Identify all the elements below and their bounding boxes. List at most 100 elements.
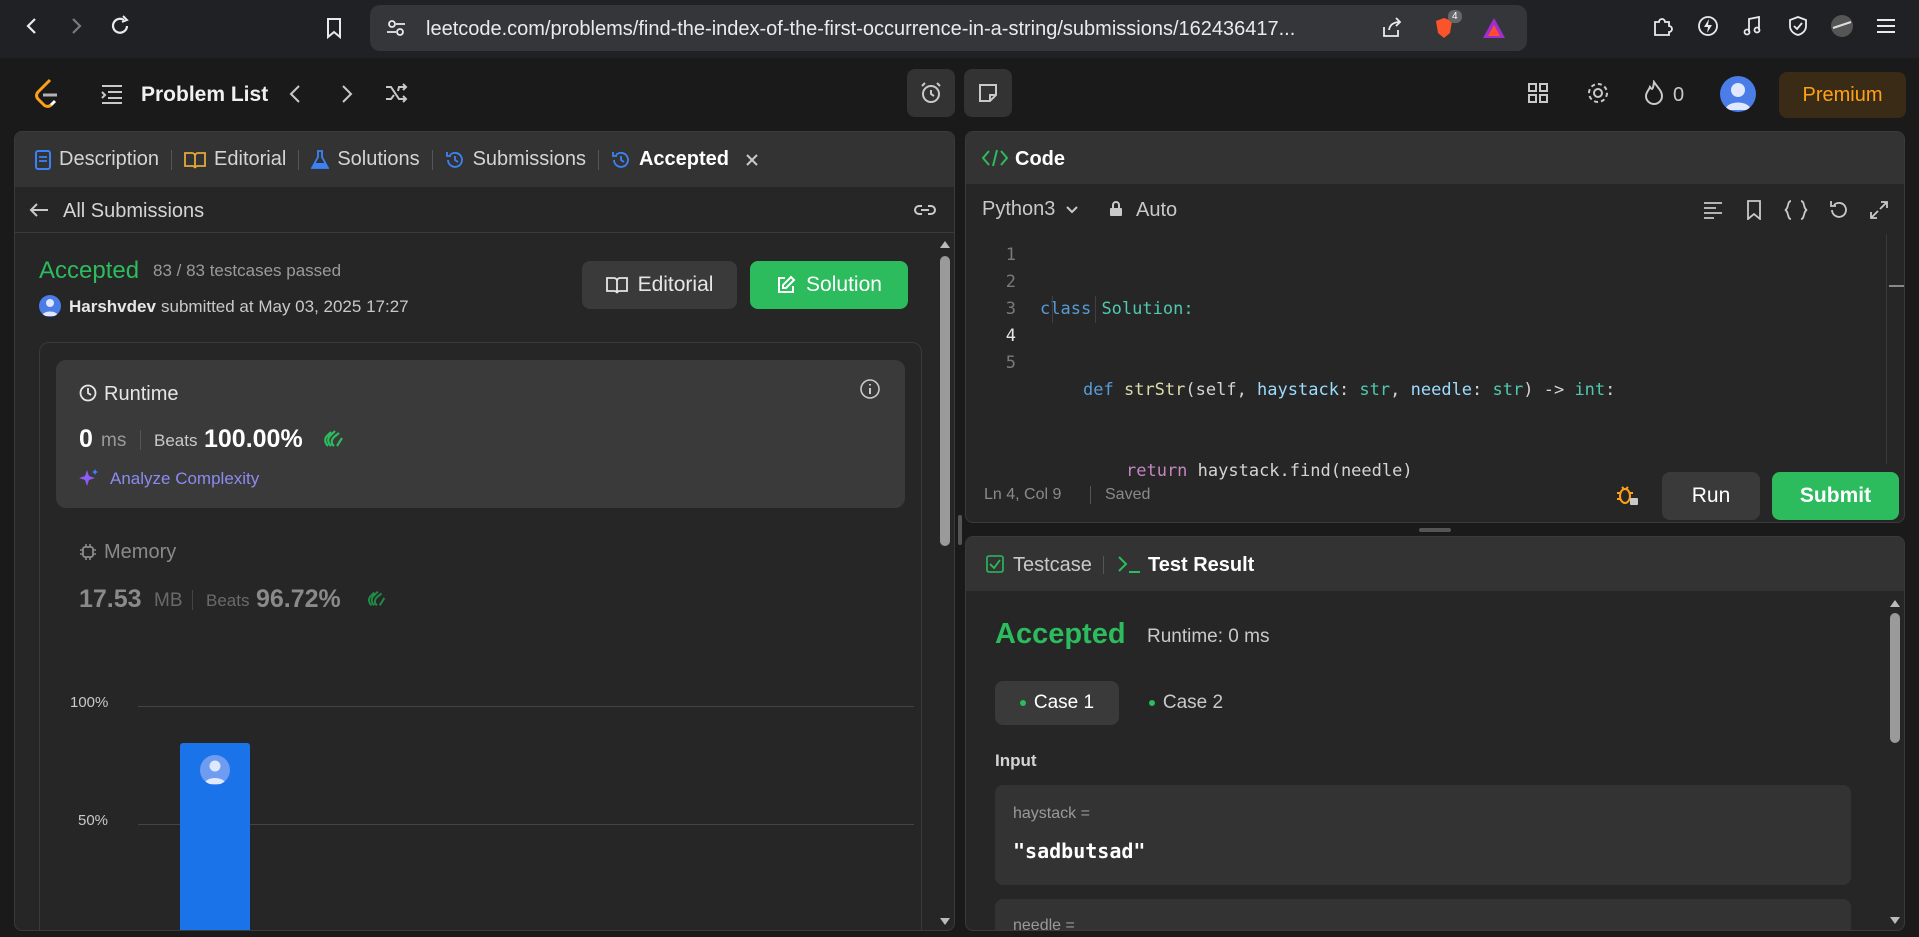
code-editor[interactable]: 1 2 3 4 5 class Solution: def strStr(sel… bbox=[966, 234, 1886, 481]
address-bar[interactable]: leetcode.com/problems/find-the-index-of-… bbox=[370, 5, 1527, 51]
tab-description[interactable]: Description bbox=[15, 132, 171, 187]
result-scrollbar[interactable] bbox=[1888, 597, 1902, 927]
layout-icon[interactable] bbox=[1527, 82, 1549, 109]
tab-submissions-label: Submissions bbox=[472, 148, 586, 170]
debug-bug-icon[interactable] bbox=[1615, 483, 1639, 507]
next-problem-icon[interactable] bbox=[340, 84, 354, 109]
memory-beats-label: Beats bbox=[206, 591, 250, 610]
back-icon[interactable] bbox=[20, 14, 44, 38]
tab-description-label: Description bbox=[59, 148, 160, 170]
left-tabs: Description Editorial Solutions Submissi… bbox=[15, 132, 954, 187]
memory-section[interactable]: Memory 17.53 MB Beats 96.72% bbox=[56, 523, 905, 643]
result-status: Accepted bbox=[995, 618, 1126, 650]
submission-status: Accepted bbox=[39, 257, 140, 284]
link-icon[interactable] bbox=[912, 200, 938, 220]
case-2-label: Case 2 bbox=[1162, 692, 1224, 713]
minimap-cursor bbox=[1889, 285, 1904, 287]
timer-button[interactable] bbox=[907, 69, 955, 117]
prev-problem-icon[interactable] bbox=[288, 84, 302, 109]
test-header: Testcase Test Result bbox=[966, 537, 1904, 591]
expand-icon[interactable] bbox=[1869, 200, 1889, 220]
memory-divider bbox=[192, 590, 193, 610]
tab-solutions[interactable]: Solutions bbox=[299, 132, 431, 187]
code-panel: Code Python3 Auto 1 2 3 4 5 class Soluti… bbox=[965, 131, 1905, 523]
scroll-thumb[interactable] bbox=[1890, 613, 1900, 743]
case-2-tab[interactable]: Case 2 bbox=[1131, 681, 1241, 725]
problem-list-icon[interactable] bbox=[100, 84, 124, 109]
scroll-thumb[interactable] bbox=[940, 256, 950, 546]
bookmark-icon[interactable] bbox=[1746, 200, 1762, 220]
premium-button[interactable]: Premium bbox=[1779, 72, 1906, 118]
runtime-card[interactable]: Runtime 0 ms Beats 100.00% Analyze Compl… bbox=[56, 360, 905, 508]
flask-icon bbox=[311, 149, 330, 169]
leo-icon[interactable] bbox=[1696, 14, 1720, 38]
vpn-icon[interactable] bbox=[1786, 14, 1810, 38]
leetcode-logo-icon[interactable] bbox=[32, 78, 62, 115]
tab-testcase[interactable]: Testcase bbox=[1013, 554, 1092, 577]
type-int: int bbox=[1574, 380, 1606, 400]
extensions-icon[interactable] bbox=[1650, 14, 1674, 38]
stats-card: Runtime 0 ms Beats 100.00% Analyze Compl… bbox=[39, 342, 922, 930]
streak-fire-icon[interactable] bbox=[1643, 79, 1665, 111]
mode-label[interactable]: Auto bbox=[1136, 199, 1177, 222]
scroll-up-icon[interactable] bbox=[1888, 597, 1902, 609]
horizontal-splitter[interactable] bbox=[1419, 528, 1451, 532]
shuffle-icon[interactable] bbox=[384, 82, 408, 109]
all-submissions-bar: All Submissions bbox=[15, 187, 954, 233]
forward-icon[interactable] bbox=[64, 14, 88, 38]
scroll-down-icon[interactable] bbox=[1888, 915, 1902, 927]
tick-50: 50% bbox=[78, 812, 109, 829]
format-icon[interactable] bbox=[1703, 201, 1723, 219]
indent-guide bbox=[1095, 296, 1096, 323]
info-icon[interactable] bbox=[859, 378, 881, 400]
scroll-down-icon[interactable] bbox=[938, 916, 952, 928]
tab-editorial[interactable]: Editorial bbox=[172, 132, 298, 187]
notes-button[interactable] bbox=[964, 69, 1012, 117]
haystack-label: haystack = bbox=[1013, 805, 1090, 822]
gridline-50 bbox=[138, 824, 914, 825]
case-1-tab[interactable]: Case 1 bbox=[995, 681, 1119, 725]
run-button[interactable]: Run bbox=[1662, 472, 1760, 520]
chip-icon bbox=[80, 544, 96, 560]
result-runtime: Runtime: 0 ms bbox=[1147, 626, 1270, 647]
bookmark-icon[interactable] bbox=[322, 16, 346, 40]
user-avatar[interactable] bbox=[1720, 76, 1756, 112]
tab-accepted[interactable]: Accepted bbox=[599, 132, 771, 187]
problem-list-link[interactable]: Problem List bbox=[141, 83, 268, 107]
scroll-up-icon[interactable] bbox=[938, 238, 952, 250]
analyze-complexity-link[interactable]: Analyze Complexity bbox=[110, 469, 259, 489]
reload-icon[interactable] bbox=[108, 14, 132, 38]
runtime-beats-value: 100.00% bbox=[204, 425, 303, 453]
brave-rewards-icon[interactable] bbox=[1482, 16, 1506, 40]
param-haystack: haystack bbox=[1257, 380, 1339, 400]
submitter-name[interactable]: Harshvdev bbox=[69, 297, 156, 317]
reset-icon[interactable] bbox=[1828, 200, 1848, 220]
site-settings-icon[interactable] bbox=[384, 16, 408, 40]
all-submissions-link[interactable]: All Submissions bbox=[63, 200, 204, 223]
menu-icon[interactable] bbox=[1874, 14, 1898, 38]
url-text[interactable]: leetcode.com/problems/find-the-index-of-… bbox=[426, 18, 1295, 41]
tab-test-result[interactable]: Test Result bbox=[1148, 554, 1254, 577]
back-arrow-icon[interactable] bbox=[29, 202, 49, 218]
editor-scrollbar[interactable] bbox=[1886, 234, 1904, 464]
history-icon bbox=[612, 151, 629, 168]
close-icon[interactable] bbox=[745, 153, 759, 167]
profile-icon[interactable] bbox=[1830, 14, 1854, 38]
language-select[interactable]: Python3 bbox=[982, 198, 1079, 221]
lock-icon bbox=[1110, 201, 1122, 216]
user-bar[interactable] bbox=[180, 743, 250, 930]
left-scrollbar[interactable] bbox=[938, 238, 952, 928]
code-token: haystack.find(needle) bbox=[1187, 461, 1413, 481]
vertical-splitter[interactable] bbox=[958, 515, 962, 545]
braces-icon[interactable] bbox=[1784, 200, 1808, 220]
submit-button[interactable]: Submit bbox=[1772, 472, 1899, 520]
music-icon[interactable] bbox=[1740, 14, 1764, 38]
share-icon[interactable] bbox=[1380, 16, 1404, 40]
description-icon bbox=[35, 149, 51, 170]
editorial-button[interactable]: Editorial bbox=[582, 261, 737, 309]
tab-submissions[interactable]: Submissions bbox=[433, 132, 598, 187]
solution-button[interactable]: Solution bbox=[750, 261, 908, 309]
gridline-100 bbox=[138, 706, 914, 707]
settings-gear-icon[interactable] bbox=[1586, 81, 1610, 110]
status-divider bbox=[1090, 486, 1091, 504]
